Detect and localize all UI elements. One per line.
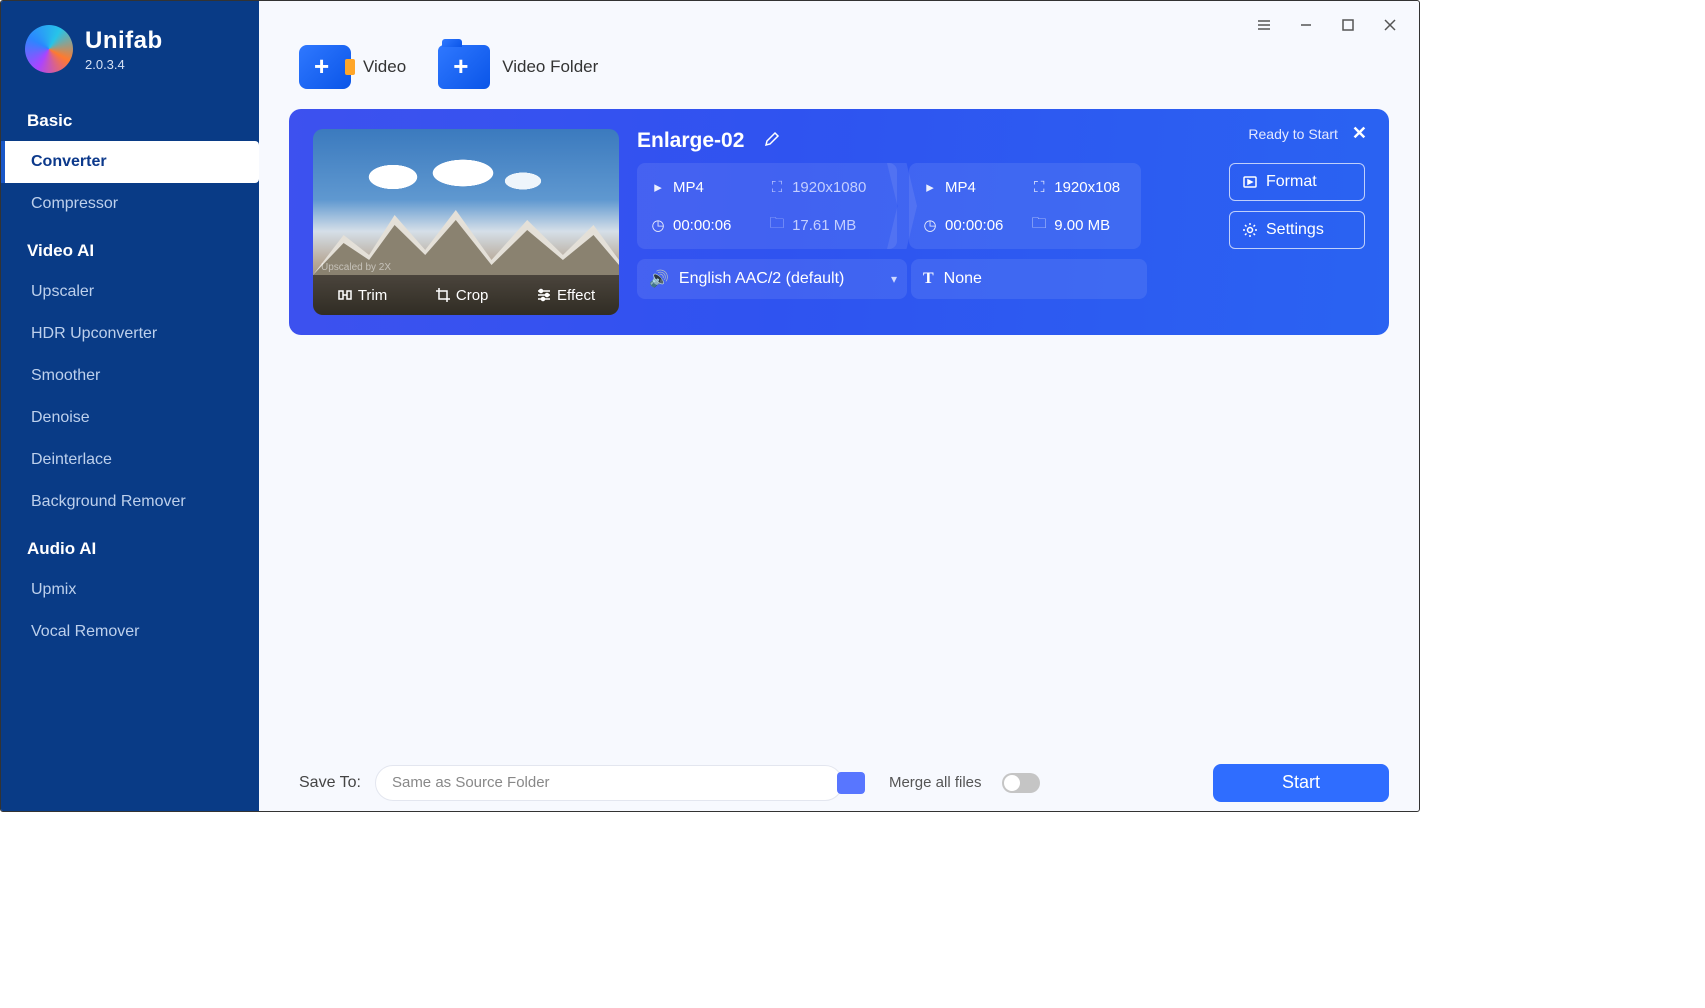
format-button[interactable]: Format	[1229, 163, 1365, 201]
sidebar-section-audio-ai: Audio AI	[1, 523, 259, 569]
sidebar-item-denoise[interactable]: Denoise	[1, 397, 259, 439]
speaker-icon: 🔊	[649, 269, 669, 289]
merge-files-label: Merge all files	[889, 774, 982, 791]
trim-button[interactable]: Trim	[337, 287, 387, 304]
source-duration: 00:00:06	[673, 217, 731, 234]
add-video-icon	[299, 45, 351, 89]
video-thumbnail[interactable]: Upscaled by 2X Trim Crop Effect	[313, 129, 619, 315]
source-format: MP4	[673, 179, 704, 196]
start-button[interactable]: Start	[1213, 764, 1389, 802]
sidebar-item-deinterlace[interactable]: Deinterlace	[1, 439, 259, 481]
sidebar-section-basic: Basic	[1, 95, 259, 141]
close-icon[interactable]	[1371, 9, 1409, 41]
add-folder-label: Video Folder	[502, 57, 598, 77]
file-icon: 🗀	[1030, 216, 1048, 234]
subtitle-select[interactable]: T None	[911, 259, 1147, 299]
app-logo-icon	[25, 25, 73, 73]
play-icon: ▸	[649, 178, 667, 196]
audio-track-value: English AAC/2 (default)	[679, 270, 844, 288]
sidebar-item-upscaler[interactable]: Upscaler	[1, 271, 259, 313]
minimize-icon[interactable]	[1287, 9, 1325, 41]
add-video-label: Video	[363, 57, 406, 77]
crop-button[interactable]: Crop	[435, 287, 489, 304]
window-controls	[1235, 1, 1419, 49]
remove-task-button[interactable]: ✕	[1352, 123, 1367, 144]
target-info: ▸ MP4 ⛶ 1920x108 ◷ 00:00:06 🗀 9.00 MB	[909, 163, 1141, 249]
sidebar-item-converter[interactable]: Converter	[1, 141, 259, 183]
text-icon: T	[923, 270, 934, 288]
add-video-button[interactable]: Video	[299, 45, 406, 89]
sidebar-section-video-ai: Video AI	[1, 225, 259, 271]
add-folder-icon	[438, 45, 490, 89]
target-duration: 00:00:06	[945, 217, 1003, 234]
task-list: Ready to Start ✕ Upscaled by 2X Trim Cro…	[259, 97, 1419, 753]
maximize-icon[interactable]	[1329, 9, 1367, 41]
menu-icon[interactable]	[1245, 9, 1283, 41]
target-size: 9.00 MB	[1054, 217, 1110, 234]
sidebar-item-hdr-upconverter[interactable]: HDR Upconverter	[1, 313, 259, 355]
resolution-icon: ⛶	[1030, 178, 1048, 196]
clock-icon: ◷	[649, 216, 667, 234]
file-icon: 🗀	[768, 216, 786, 234]
sidebar: Unifab 2.0.3.4 Basic Converter Compresso…	[1, 1, 259, 811]
sidebar-item-background-remover[interactable]: Background Remover	[1, 481, 259, 523]
main-panel: Video Video Folder Ready to Start ✕ Upsc…	[259, 1, 1419, 811]
task-filename: Enlarge-02	[637, 129, 744, 153]
sidebar-item-vocal-remover[interactable]: Vocal Remover	[1, 611, 259, 653]
target-resolution: 1920x108	[1054, 179, 1120, 196]
browse-folder-button[interactable]	[837, 772, 865, 794]
add-folder-button[interactable]: Video Folder	[438, 45, 598, 89]
app-window: Unifab 2.0.3.4 Basic Converter Compresso…	[0, 0, 1420, 812]
source-info: ▸ MP4 ⛶ 1920x1080 ◷ 00:00:06 🗀 17.61 MB	[637, 163, 897, 249]
task-status: Ready to Start	[1248, 126, 1338, 142]
brand-name: Unifab	[85, 27, 163, 55]
resolution-icon: ⛶	[768, 178, 786, 196]
effect-button[interactable]: Effect	[536, 287, 595, 304]
target-format: MP4	[945, 179, 976, 196]
source-size: 17.61 MB	[792, 217, 856, 234]
brand: Unifab 2.0.3.4	[1, 19, 259, 95]
subtitle-value: None	[944, 270, 982, 288]
settings-button[interactable]: Settings	[1229, 211, 1365, 249]
save-to-label: Save To:	[299, 774, 361, 792]
sidebar-item-upmix[interactable]: Upmix	[1, 569, 259, 611]
footer: Save To: Same as Source Folder Merge all…	[259, 753, 1419, 811]
source-resolution: 1920x1080	[792, 179, 866, 196]
audio-track-select[interactable]: 🔊 English AAC/2 (default)	[637, 259, 907, 299]
save-path-input[interactable]: Same as Source Folder	[375, 765, 843, 801]
merge-files-toggle[interactable]	[1002, 773, 1040, 793]
clock-icon: ◷	[921, 216, 939, 234]
rename-button[interactable]	[764, 131, 780, 152]
play-icon: ▸	[921, 178, 939, 196]
task-card: Ready to Start ✕ Upscaled by 2X Trim Cro…	[289, 109, 1389, 335]
thumbnail-watermark: Upscaled by 2X	[321, 262, 391, 273]
sidebar-item-smoother[interactable]: Smoother	[1, 355, 259, 397]
sidebar-item-compressor[interactable]: Compressor	[1, 183, 259, 225]
brand-version: 2.0.3.4	[85, 57, 163, 72]
